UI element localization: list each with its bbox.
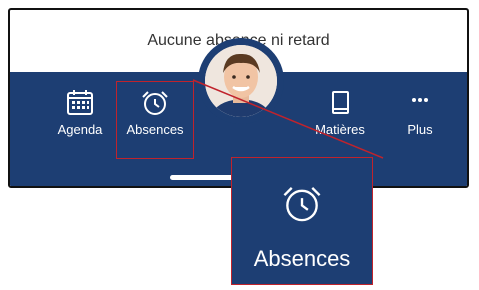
tab-label-plus: Plus xyxy=(407,122,433,137)
tab-matieres[interactable]: Matières xyxy=(305,90,375,137)
alarm-clock-icon xyxy=(232,184,372,224)
tab-label-agenda: Agenda xyxy=(57,122,103,137)
zoom-label: Absences xyxy=(253,246,351,271)
book-icon xyxy=(305,90,375,116)
profile-avatar[interactable] xyxy=(198,38,284,124)
more-dots-icon xyxy=(385,90,455,116)
avatar-photo xyxy=(205,45,277,117)
tab-label-matieres: Matières xyxy=(315,122,365,137)
tab-agenda[interactable]: Agenda xyxy=(45,90,115,137)
calendar-icon xyxy=(45,90,115,116)
alarm-clock-icon xyxy=(117,90,193,116)
tab-plus[interactable]: Plus xyxy=(385,90,455,137)
zoomed-absences-callout: Absences xyxy=(232,158,372,284)
tab-absences[interactable]: Absences xyxy=(116,81,194,159)
tab-label-absences: Absences xyxy=(126,122,184,137)
